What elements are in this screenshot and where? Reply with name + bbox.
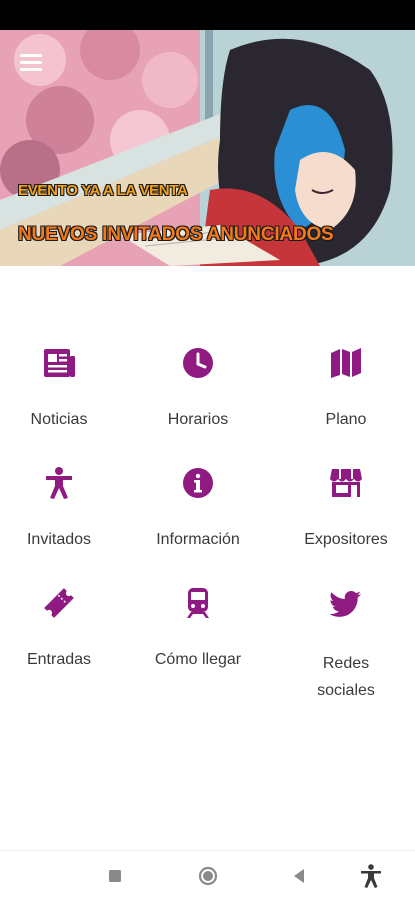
map-icon [331, 348, 361, 378]
accessibility-icon[interactable] [358, 863, 384, 889]
menu-label-noticias: Noticias [30, 411, 88, 428]
menu-label-como-llegar: Cómo llegar [154, 651, 242, 668]
hamburger-menu-icon[interactable] [20, 54, 44, 72]
hero-headline-guests: NUEVOS INVITADOS ANUNCIADOS [18, 224, 334, 245]
menu-item-como-llegar[interactable]: Cómo llegar [129, 586, 267, 673]
menu-item-redes-sociales[interactable]: Redes sociales [277, 586, 415, 704]
menu-label-invitados: Invitados [26, 531, 92, 548]
menu-item-entradas[interactable]: Entradas [0, 586, 128, 673]
clock-icon [183, 348, 213, 378]
menu-item-invitados[interactable]: Invitados [0, 466, 128, 553]
menu-label-redes-sociales: Redes sociales [317, 655, 375, 699]
ticket-icon [44, 588, 74, 618]
twitter-icon [329, 591, 361, 617]
menu-label-informacion: Información [156, 531, 240, 548]
person-icon [46, 467, 72, 499]
menu-label-horarios: Horarios [167, 411, 229, 428]
circle-icon[interactable] [197, 865, 219, 887]
menu-label-entradas: Entradas [26, 651, 92, 668]
menu-label-expositores: Expositores [304, 531, 388, 548]
info-icon [183, 468, 213, 498]
square-icon[interactable] [104, 865, 126, 887]
menu-item-horarios[interactable]: Horarios [129, 346, 267, 433]
system-navigation-bar [0, 850, 415, 901]
status-bar [0, 0, 415, 30]
menu-item-plano[interactable]: Plano [277, 346, 415, 433]
menu-item-informacion[interactable]: Información [129, 466, 267, 553]
menu-label-plano: Plano [325, 411, 367, 428]
newspaper-icon [44, 349, 75, 377]
hero-banner[interactable]: EVENTO YA A LA VENTA NUEVOS INVITADOS AN… [0, 30, 415, 266]
store-icon [330, 469, 362, 497]
menu-item-expositores[interactable]: Expositores [277, 466, 415, 553]
back-triangle-icon[interactable] [288, 865, 310, 887]
menu-item-noticias[interactable]: Noticias [0, 346, 128, 433]
train-icon [187, 588, 209, 618]
hero-headline-event: EVENTO YA A LA VENTA [18, 182, 188, 199]
